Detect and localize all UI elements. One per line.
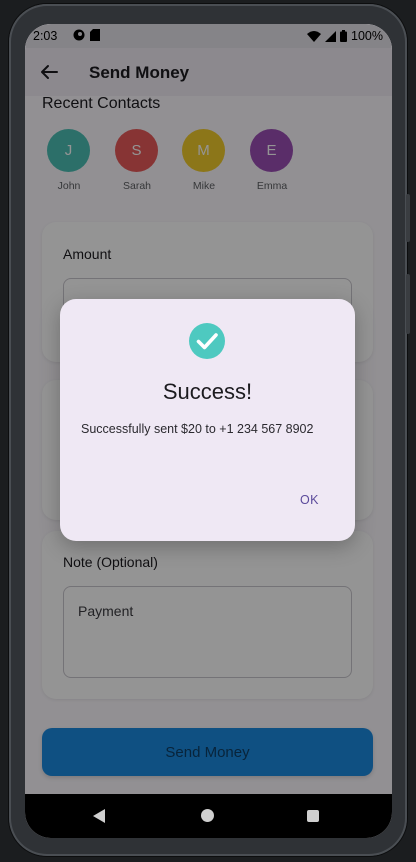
success-dialog: Success! Successfully sent $20 to +1 234… (60, 299, 355, 541)
ok-button[interactable]: OK (294, 489, 325, 511)
dialog-title: Success! (162, 379, 253, 404)
system-nav-bar (25, 794, 392, 838)
power-button (406, 274, 410, 334)
dialog-message: Successfully sent $20 to +1 234 567 8902 (81, 422, 314, 436)
nav-recents-icon[interactable] (307, 810, 319, 822)
nav-back-icon[interactable] (93, 809, 105, 823)
phone-screen: 2:03 100% Send Money Recent Contacts J J… (25, 24, 392, 838)
nav-home-icon[interactable] (201, 809, 214, 822)
check-circle-icon (189, 323, 225, 359)
volume-button (406, 194, 410, 242)
